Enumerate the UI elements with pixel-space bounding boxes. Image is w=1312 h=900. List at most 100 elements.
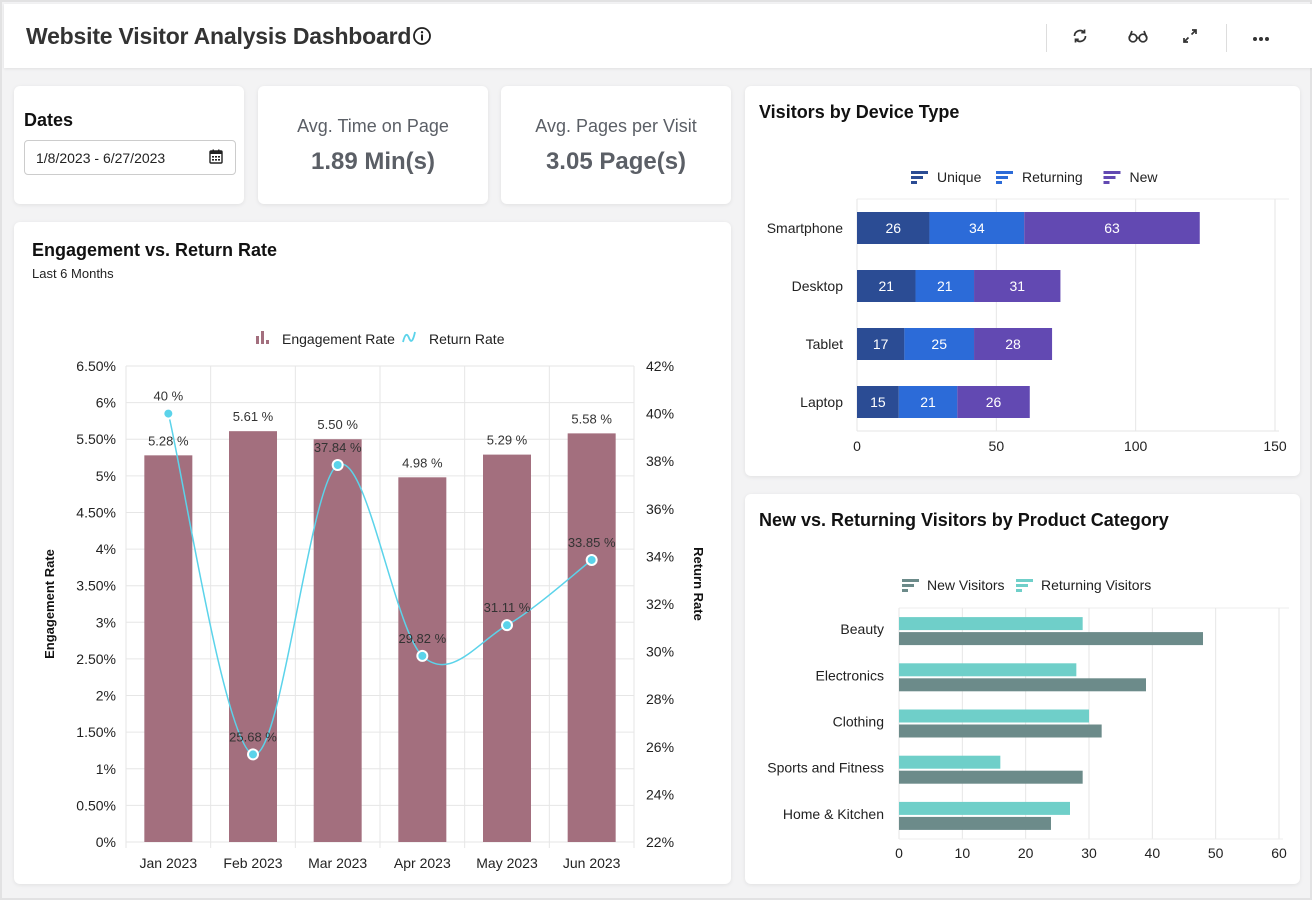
line-data-label: 37.84 % — [314, 440, 362, 455]
line-data-label: 33.85 % — [568, 535, 616, 550]
legend-swatch-icon — [911, 181, 917, 184]
return-rate-point — [416, 649, 429, 662]
line-data-label: 31.11 % — [484, 600, 531, 615]
y-tick-label: Smartphone — [767, 220, 843, 236]
y-tick-label: Laptop — [800, 394, 843, 410]
kpi-label: Avg. Pages per Visit — [535, 116, 697, 136]
y-right-tick-label: 34% — [646, 548, 674, 564]
y-right-tick-label: 28% — [646, 691, 674, 707]
y-tick-label: Electronics — [816, 667, 884, 683]
bar-data-label: 26 — [986, 394, 1002, 410]
legend-label: Unique — [937, 169, 982, 185]
y-right-tick-label: 40% — [646, 406, 674, 422]
bar-data-label: 4.98 % — [402, 455, 443, 470]
legend-bar-icon — [256, 336, 259, 344]
return-rate-point — [247, 748, 259, 761]
category-legend: New Visitors Returning Visitors — [902, 577, 1151, 593]
return-rate-point — [331, 459, 344, 472]
kpi-value: 3.05 Page(s) — [545, 148, 687, 175]
return-rate-point — [162, 407, 175, 420]
y-right-tick-label: 36% — [646, 501, 674, 517]
legend-swatch-icon — [996, 181, 1002, 184]
y-tick-label: 0.50% — [76, 797, 116, 813]
dashboard-frame: Website Visitor Analysis Dashboard Dates… — [0, 0, 1312, 900]
legend-item: Unique — [911, 169, 982, 185]
bar-data-label: 21 — [878, 278, 894, 294]
bar-data-label: 25 — [931, 336, 947, 352]
y-tick-label: Clothing — [833, 714, 884, 730]
returning-visitors-bar — [899, 709, 1089, 723]
glasses-icon — [1127, 28, 1149, 49]
refresh-button[interactable] — [1066, 24, 1094, 52]
y-tick-label: 2.50% — [76, 651, 116, 667]
legend-label: Returning — [1022, 169, 1083, 185]
bar-data-label: 63 — [1104, 220, 1120, 236]
header-bar: Website Visitor Analysis Dashboard — [4, 4, 1312, 68]
x-tick-label: 100 — [1124, 438, 1148, 454]
legend-swatch-icon — [911, 171, 928, 174]
new-visitors-bar — [899, 724, 1102, 738]
engagement-bar — [229, 431, 277, 842]
line-data-label: 40 % — [154, 389, 184, 404]
return-rate-point — [501, 619, 513, 632]
engagement-bar — [144, 455, 193, 842]
y-right-tick-label: 30% — [646, 644, 674, 660]
x-tick-label: 150 — [1263, 438, 1287, 454]
bar-data-label: 21 — [920, 394, 936, 410]
new-visitors-bar — [899, 678, 1146, 692]
y-tick-label: 3.50% — [76, 578, 116, 594]
y-tick-label: 0% — [96, 834, 116, 850]
y-right-tick-label: 26% — [646, 739, 674, 755]
category-chart: New Visitors Returning Visitors 0 10 20 30 40 5… — [767, 577, 1289, 861]
x-tick-label: 60 — [1271, 845, 1287, 861]
legend-swatch-icon — [902, 584, 914, 587]
legend-swatch-icon — [902, 579, 919, 582]
expand-icon — [1181, 27, 1199, 50]
more-button[interactable] — [1247, 24, 1275, 52]
returning-visitors-bar — [899, 617, 1083, 631]
y-axis-title: Engagement Rate — [42, 549, 57, 659]
returning-visitors-bar — [899, 801, 1070, 815]
x-tick-label: 50 — [989, 438, 1005, 454]
legend-swatch-icon — [996, 171, 1013, 174]
y-right-tick-label: 22% — [646, 834, 674, 850]
info-icon[interactable] — [412, 26, 432, 46]
legend-item: Returning — [996, 169, 1083, 185]
bar-data-label: 26 — [885, 220, 901, 236]
y-tick-label: Home & Kitchen — [783, 806, 884, 822]
bar-data-label: 5.61 % — [233, 409, 274, 424]
x-tick-label: 30 — [1081, 845, 1097, 861]
engagement-legend: Engagement Rate Return Rate — [256, 331, 505, 347]
x-tick-label: 0 — [853, 438, 861, 454]
x-tick-label: May 2023 — [476, 855, 538, 871]
legend-swatch-icon — [902, 589, 908, 592]
new-visitors-bar — [899, 816, 1051, 830]
preview-button[interactable] — [1124, 24, 1152, 52]
y-tick-label: 4.50% — [76, 504, 116, 520]
legend-bar-icon — [266, 340, 269, 344]
y-right-axis-title: Return Rate — [691, 547, 706, 621]
expand-button[interactable] — [1176, 24, 1204, 52]
more-icon — [1252, 29, 1270, 47]
bar-data-label: 15 — [870, 394, 886, 410]
engagement-card: Engagement vs. Return Rate Last 6 Months… — [14, 222, 731, 884]
device-card: Visitors by Device Type Unique Returning N… — [745, 86, 1300, 476]
returning-visitors-bar — [899, 663, 1077, 677]
engagement-bar — [567, 433, 616, 842]
y-tick-label: 2% — [96, 688, 116, 704]
device-legend: Unique Returning New — [911, 169, 1158, 185]
x-tick-label: Jun 2023 — [563, 855, 621, 871]
legend-swatch-icon — [1103, 171, 1121, 174]
kpi-label: Avg. Time on Page — [297, 116, 449, 136]
date-range-input[interactable]: 1/8/2023 - 6/27/2023 — [24, 140, 236, 175]
new-visitors-bar — [899, 632, 1203, 646]
calendar-icon[interactable] — [209, 149, 223, 167]
bar-data-label: 5.50 % — [317, 417, 358, 432]
x-tick-label: 10 — [955, 845, 971, 861]
y-tick-label: Beauty — [840, 621, 884, 637]
kpi-value: 1.89 Min(s) — [310, 148, 436, 175]
category-card: New vs. Returning Visitors by Product Ca… — [745, 494, 1300, 884]
date-range-value: 1/8/2023 - 6/27/2023 — [36, 150, 166, 166]
x-tick-label: Apr 2023 — [394, 855, 451, 871]
bar-data-label: 34 — [969, 220, 985, 236]
